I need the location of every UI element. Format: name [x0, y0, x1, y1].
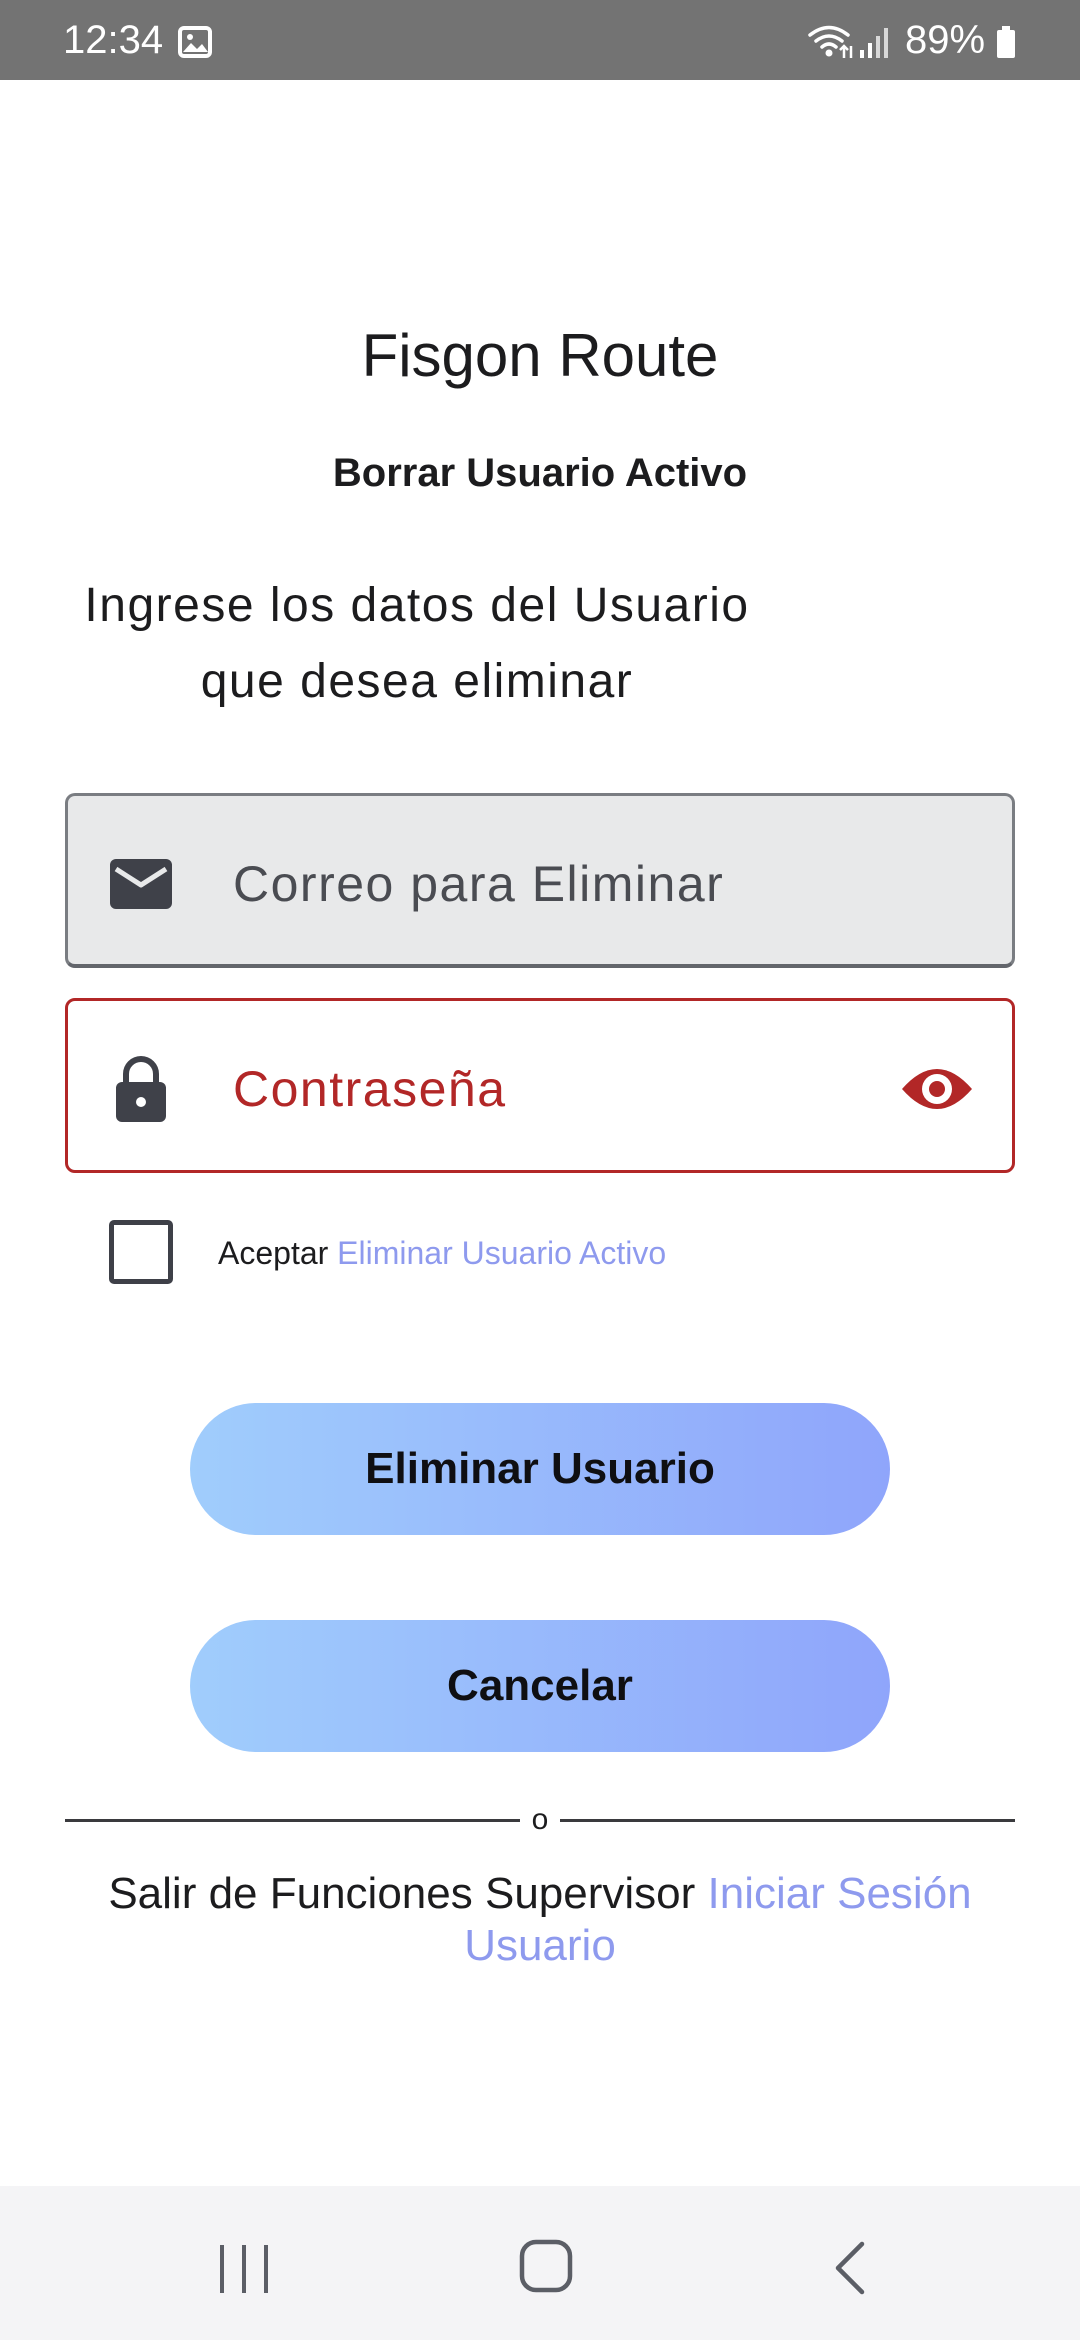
home-icon[interactable]: [518, 2238, 574, 2294]
password-field[interactable]: Contraseña: [65, 998, 1015, 1173]
checkbox-label-text: Aceptar: [218, 1235, 329, 1271]
back-icon[interactable]: [830, 2240, 870, 2296]
instruction-text: Ingrese los datos del Usuario que desea …: [84, 579, 750, 708]
battery-percentage: 89%: [905, 18, 986, 62]
battery-icon: [997, 26, 1015, 58]
wifi-icon: [808, 25, 853, 58]
footer-text: Salir de Funciones Supervisor Iniciar Se…: [90, 1868, 990, 1972]
status-time: 12:34: [63, 18, 164, 62]
page-subtitle: Borrar Usuario Activo: [332, 451, 748, 495]
recent-apps-icon[interactable]: [214, 2241, 274, 2297]
status-bar: 12:34 89%: [0, 0, 1080, 80]
delete-user-button[interactable]: Eliminar Usuario: [190, 1403, 890, 1535]
divider-left: [65, 1819, 520, 1822]
accept-checkbox[interactable]: [109, 1220, 173, 1284]
password-placeholder: Contraseña: [233, 1061, 507, 1117]
eye-icon[interactable]: [900, 1059, 974, 1119]
email-field[interactable]: Correo para Eliminar: [65, 793, 1015, 968]
mail-icon: [110, 859, 172, 909]
navigation-bar: [0, 2186, 1080, 2340]
divider-text: o: [531, 1803, 549, 1836]
delete-active-user-link[interactable]: Eliminar Usuario Activo: [337, 1235, 666, 1271]
gallery-icon: [178, 26, 212, 58]
divider-right: [560, 1819, 1015, 1822]
checkbox-label: Aceptar Eliminar Usuario Activo: [218, 1234, 666, 1272]
cancel-button[interactable]: Cancelar: [190, 1620, 890, 1752]
lock-icon: [116, 1056, 166, 1122]
signal-icon: [860, 28, 888, 58]
app-title: Fisgon Route: [361, 322, 719, 389]
footer-label: Salir de Funciones Supervisor: [108, 1869, 696, 1918]
email-placeholder: Correo para Eliminar: [233, 856, 725, 912]
